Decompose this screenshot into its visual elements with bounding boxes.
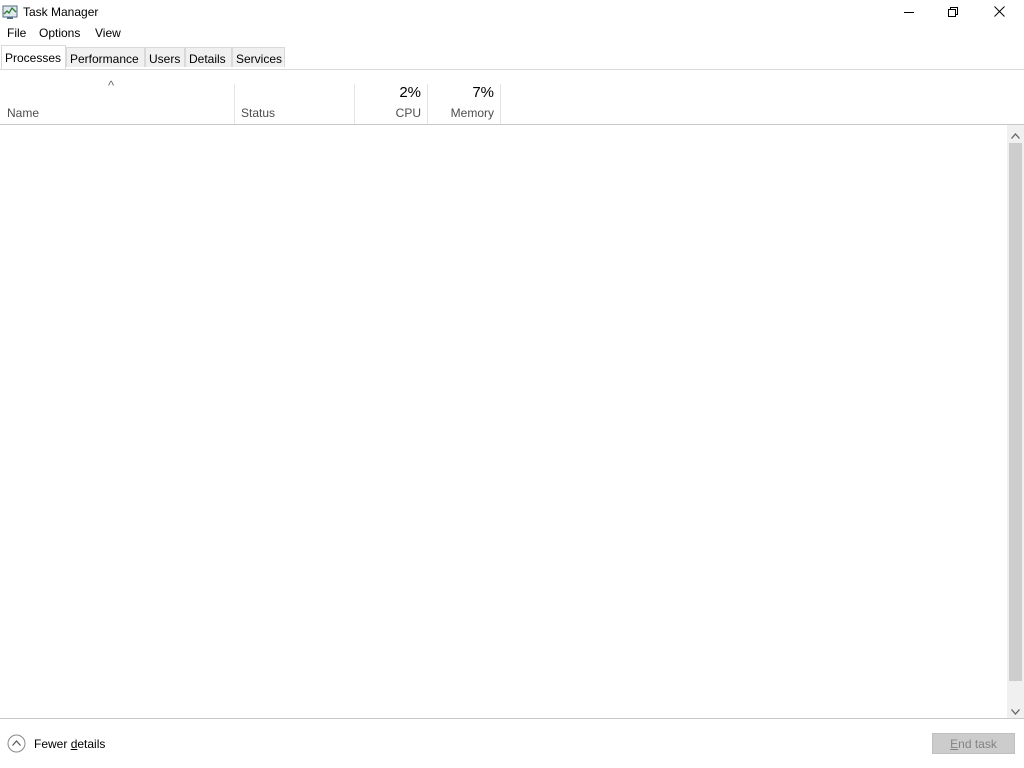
footer-bar — [0, 719, 1024, 768]
chevron-up-icon — [1011, 128, 1020, 142]
column-header-memory[interactable]: 7% Memory — [428, 68, 500, 124]
process-list[interactable] — [0, 125, 1007, 718]
tab-users[interactable]: Users — [145, 47, 185, 67]
close-button[interactable] — [976, 0, 1022, 23]
column-label-cpu: CPU — [395, 106, 421, 120]
restore-button[interactable] — [930, 0, 976, 23]
column-label-name: Name — [7, 106, 40, 120]
minimize-button[interactable] — [886, 0, 932, 23]
column-header-cpu[interactable]: 2% CPU — [355, 68, 427, 124]
end-task-accesskey: E — [950, 736, 959, 751]
fewer-details-text-end: etails — [77, 737, 106, 751]
menu-file[interactable]: File — [7, 26, 26, 40]
fewer-details-link[interactable]: Fewer details — [34, 737, 105, 751]
cpu-total-percent: 2% — [399, 84, 421, 101]
close-icon — [993, 6, 1005, 17]
memory-total-percent: 7% — [472, 84, 494, 101]
chevron-down-icon — [1011, 704, 1020, 718]
window-title: Task Manager — [23, 5, 99, 19]
tab-performance[interactable]: Performance — [66, 47, 145, 67]
end-task-label: nd task — [958, 736, 997, 751]
scroll-up-button[interactable] — [1007, 126, 1024, 143]
scrollbar-thumb[interactable] — [1009, 143, 1022, 681]
tab-strip: Processes Performance Users Details Serv… — [0, 45, 1024, 70]
title-bar: Task Manager — [0, 0, 1024, 23]
tab-processes[interactable]: Processes — [1, 45, 66, 69]
collapse-circle-icon[interactable] — [7, 734, 26, 753]
task-manager-icon — [2, 4, 18, 20]
minimize-icon — [904, 7, 914, 17]
column-header-status[interactable]: Status — [235, 68, 354, 124]
column-label-status: Status — [241, 106, 276, 120]
column-label-memory: Memory — [450, 106, 494, 120]
fewer-details-text: Fewer — [34, 737, 71, 751]
menu-options[interactable]: Options — [39, 26, 80, 40]
tab-services[interactable]: Services — [232, 47, 285, 67]
column-header-name[interactable]: ^ Name — [0, 68, 234, 124]
scroll-down-button[interactable] — [1007, 702, 1024, 719]
end-task-button[interactable]: End task — [932, 733, 1015, 754]
column-divider[interactable] — [500, 84, 501, 124]
tab-details[interactable]: Details — [185, 47, 232, 67]
menu-view[interactable]: View — [95, 26, 121, 40]
menu-bar: File Options View — [0, 24, 1024, 42]
restore-icon — [948, 6, 958, 17]
sort-ascending-icon: ^ — [108, 78, 115, 93]
